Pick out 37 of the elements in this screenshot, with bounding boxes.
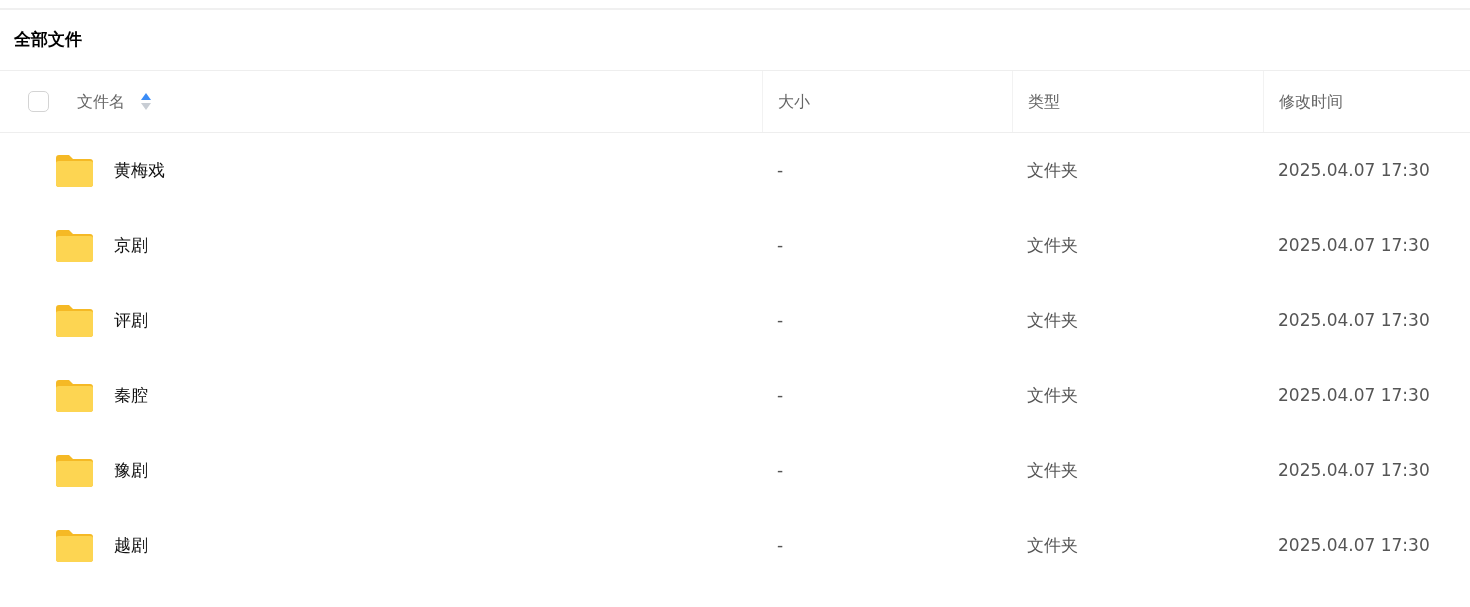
modified-time: 2025.04.07 17:30 <box>1278 158 1430 182</box>
file-type: 文件夹 <box>1027 383 1078 407</box>
folder-icon <box>56 304 93 337</box>
column-header[interactable]: 类型 <box>1028 89 1060 114</box>
file-name[interactable]: 评剧 <box>114 307 148 334</box>
sort-icon[interactable] <box>141 93 151 110</box>
select-all-checkbox[interactable] <box>28 91 49 112</box>
modified-time: 2025.04.07 17:30 <box>1278 233 1430 257</box>
column-header[interactable]: 大小 <box>778 89 810 114</box>
modified-time: 2025.04.07 17:30 <box>1278 533 1430 557</box>
file-name[interactable]: 秦腔 <box>114 382 148 409</box>
folder-icon <box>56 454 93 487</box>
column-header[interactable]: 修改时间 <box>1279 89 1343 114</box>
file-name[interactable]: 越剧 <box>114 532 148 559</box>
column-header[interactable]: 文件名 <box>77 89 125 114</box>
folder-icon <box>56 154 93 187</box>
file-type: 文件夹 <box>1027 233 1078 257</box>
page-title: 全部文件 <box>14 28 82 52</box>
folder-icon <box>56 529 93 562</box>
file-name[interactable]: 豫剧 <box>114 457 148 484</box>
file-size: - <box>777 458 784 482</box>
file-type: 文件夹 <box>1027 533 1078 557</box>
file-name[interactable]: 京剧 <box>114 232 148 259</box>
file-size: - <box>777 233 784 257</box>
file-size: - <box>777 158 784 182</box>
modified-time: 2025.04.07 17:30 <box>1278 458 1430 482</box>
file-size: - <box>777 308 784 332</box>
file-type: 文件夹 <box>1027 158 1078 182</box>
folder-icon <box>56 229 93 262</box>
file-size: - <box>777 383 784 407</box>
modified-time: 2025.04.07 17:30 <box>1278 308 1430 332</box>
file-type: 文件夹 <box>1027 308 1078 332</box>
file-size: - <box>777 533 784 557</box>
modified-time: 2025.04.07 17:30 <box>1278 383 1430 407</box>
folder-icon <box>56 379 93 412</box>
file-name[interactable]: 黄梅戏 <box>114 157 165 184</box>
file-type: 文件夹 <box>1027 458 1078 482</box>
